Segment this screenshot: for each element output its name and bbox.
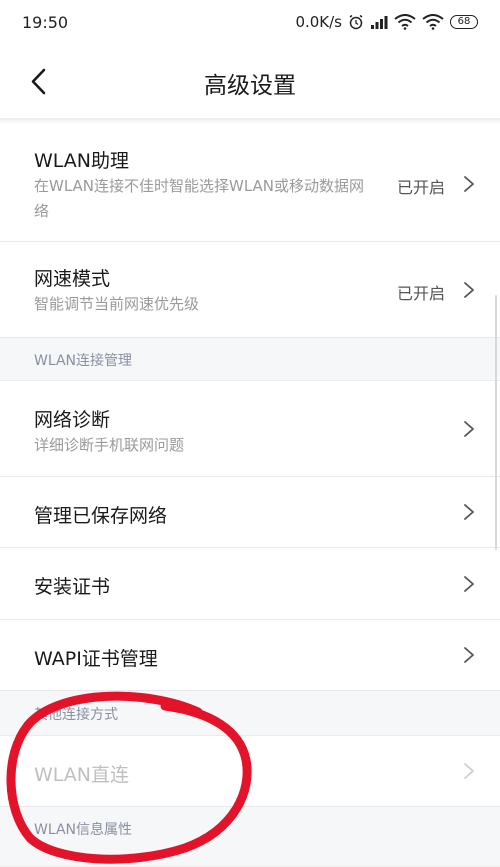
list-item-saved-networks[interactable]: 管理已保存网络 <box>0 477 500 548</box>
item-title: 网络诊断 <box>34 409 111 431</box>
chevron-right-icon <box>464 282 474 298</box>
chevron-right-icon <box>464 504 474 520</box>
item-status: 已开启 <box>396 284 445 303</box>
section-header-other-methods: 其他连接方式 <box>0 691 500 736</box>
chevron-right-icon <box>464 176 474 192</box>
item-title: 网速模式 <box>34 268 111 290</box>
signal-icon <box>370 15 388 29</box>
list-item-network-diagnosis[interactable]: 网络诊断 详细诊断手机联网问题 <box>0 381 500 477</box>
section-label: WLAN信息属性 <box>34 822 133 838</box>
item-title: 管理已保存网络 <box>34 505 168 527</box>
page-header: 高级设置 <box>0 54 500 112</box>
chevron-right-icon <box>464 576 474 592</box>
section-label: 其他连接方式 <box>34 707 118 723</box>
section-header-connection-management: WLAN连接管理 <box>0 338 500 381</box>
network-speed: 0.0K/s <box>295 13 342 31</box>
chevron-right-icon <box>464 421 474 437</box>
wifi-icon <box>394 14 416 30</box>
status-time: 19:50 <box>22 12 69 32</box>
alarm-icon <box>348 14 364 30</box>
item-title: WLAN助理 <box>34 150 130 172</box>
list-item-install-certificate[interactable]: 安装证书 <box>0 548 500 620</box>
item-title: WAPI证书管理 <box>34 648 158 670</box>
section-header-wlan-info: WLAN信息属性 <box>0 807 500 867</box>
section-label: WLAN连接管理 <box>34 353 133 369</box>
item-status: 已开启 <box>396 178 445 197</box>
status-bar: 19:50 0.0K/s 68 <box>0 0 500 44</box>
chevron-right-icon <box>464 647 474 663</box>
list-item-wlan-assistant[interactable]: WLAN助理 在WLAN连接不佳时智能选择WLAN或移动数据网络 已开启 <box>0 124 500 242</box>
page-title: 高级设置 <box>204 73 296 99</box>
list-item-speed-mode[interactable]: 网速模式 智能调节当前网速优先级 已开启 <box>0 242 500 338</box>
chevron-right-icon <box>464 763 474 779</box>
battery-icon: 68 <box>450 15 478 29</box>
item-subtitle: 详细诊断手机联网问题 <box>34 436 185 454</box>
hotspot-wifi-icon <box>422 14 444 30</box>
item-title: 安装证书 <box>34 576 111 598</box>
item-subtitle: 智能调节当前网速优先级 <box>34 295 200 313</box>
list-item-wapi-certificate[interactable]: WAPI证书管理 <box>0 620 500 691</box>
list-item-wlan-direct[interactable]: WLAN直连 <box>0 736 500 807</box>
status-icons: 0.0K/s 68 <box>295 13 478 31</box>
item-subtitle: 在WLAN连接不佳时智能选择WLAN或移动数据网络 <box>34 177 365 220</box>
settings-list: WLAN助理 在WLAN连接不佳时智能选择WLAN或移动数据网络 已开启 网速模… <box>0 124 500 867</box>
scrollbar[interactable] <box>495 295 497 550</box>
item-title: WLAN直连 <box>34 764 130 786</box>
